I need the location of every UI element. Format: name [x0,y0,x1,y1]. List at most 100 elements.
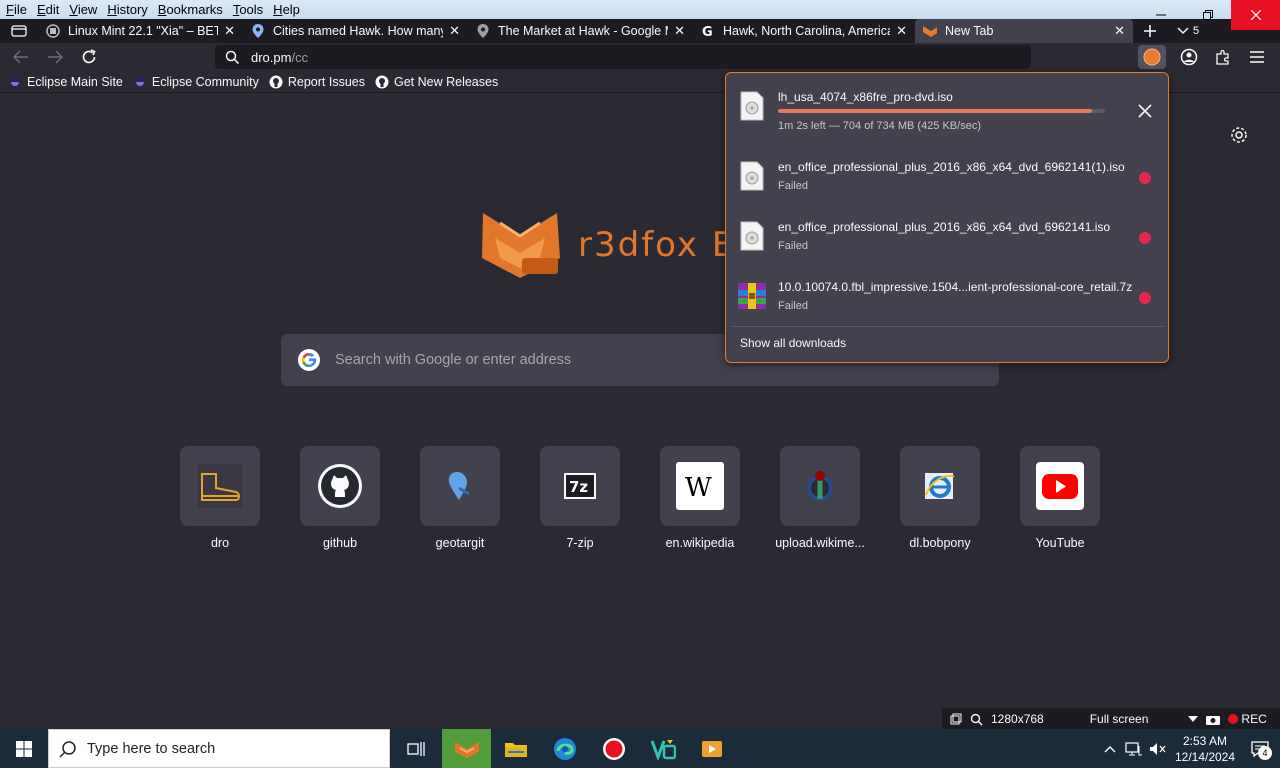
windows-icon [16,740,32,757]
plus-icon [1144,25,1156,37]
tab-close-button[interactable]: ✕ [896,23,907,39]
shortcut-github[interactable]: github [280,446,400,550]
taskbar-app-media[interactable] [687,729,736,768]
tab-close-button[interactable]: ✕ [224,23,235,39]
show-hidden-icons-button[interactable] [1098,729,1122,768]
app-menu-button[interactable] [1240,43,1274,71]
bookmark-eclipse-main[interactable]: Eclipse Main Site [8,75,123,89]
youtube-icon [1036,462,1084,510]
taskbar-app-r3dfox[interactable] [442,729,491,768]
retry-download-button[interactable] [1136,289,1154,307]
shortcut-tile[interactable] [900,446,980,526]
account-button[interactable] [1172,43,1206,71]
tab-overview-button[interactable] [0,19,38,43]
url-text[interactable]: dro.pm/cc [251,50,308,65]
chevron-up-icon [1104,745,1116,752]
taskbar-search-input[interactable]: Type here to search [48,729,390,768]
download-item-in-progress[interactable]: lh_usa_4074_x86fre_pro-dvd.iso 1m 2s lef… [726,81,1170,141]
tab-close-button[interactable]: ✕ [674,23,685,39]
retry-download-button[interactable] [1136,169,1154,187]
shortcut-bobpony[interactable]: dl.bobpony [880,446,1000,550]
shortcut-dro[interactable]: dro [160,446,280,550]
customize-button[interactable] [1228,124,1250,146]
shortcut-geotargit[interactable]: geotargit [400,446,520,550]
show-all-downloads-link[interactable]: Show all downloads [740,336,846,350]
zoom-button[interactable] [970,713,983,726]
menu-edit[interactable]: Edit [37,2,59,17]
svg-text:7z: 7z [569,478,588,496]
retry-download-button[interactable] [1136,229,1154,247]
network-icon [1125,741,1142,755]
reload-icon [82,49,96,64]
github-icon [269,75,283,89]
clock[interactable]: 2:53 AM 12/14/2024 [1170,733,1240,765]
arrow-left-icon [13,50,28,64]
taskbar-app-recorder[interactable] [589,729,638,768]
bookmark-get-new-releases[interactable]: Get New Releases [375,75,498,89]
download-item-failed[interactable]: en_office_professional_plus_2016_x86_x64… [726,151,1170,211]
menu-tools[interactable]: Tools [233,2,263,17]
capture-mode-select[interactable]: Full screen [1090,712,1199,726]
region-select-button[interactable] [950,713,962,725]
shortcut-7zip[interactable]: 7z 7-zip [520,446,640,550]
taskbar-app-explorer[interactable] [491,729,540,768]
download-item-failed[interactable]: en_office_professional_plus_2016_x86_x64… [726,211,1170,271]
back-button[interactable] [4,43,38,71]
bookmark-eclipse-community[interactable]: Eclipse Community [133,75,259,89]
retry-icon [1139,172,1151,184]
tab-market-hawk[interactable]: The Market at Hawk - Google M ✕ [468,19,693,43]
region-icon [950,713,962,725]
shortcut-tile[interactable] [780,446,860,526]
volume-muted-icon [1150,742,1166,755]
cancel-download-button[interactable] [1136,102,1154,120]
taskbar-app-edge[interactable] [540,729,589,768]
map-pin-icon [448,472,470,500]
shortcut-tile[interactable]: 7z [540,446,620,526]
shortcut-tile[interactable] [180,446,260,526]
tab-close-button[interactable]: ✕ [1114,23,1125,39]
extensions-button[interactable] [1206,43,1240,71]
downloads-button[interactable] [1138,45,1166,69]
shortcut-wikipedia[interactable]: W en.wikipedia [640,446,760,550]
new-tab-button[interactable] [1133,19,1167,43]
menu-view[interactable]: View [69,2,97,17]
volume-button[interactable] [1146,729,1170,768]
reload-button[interactable] [72,43,106,71]
network-button[interactable] [1122,729,1146,768]
menu-history[interactable]: History [107,2,147,17]
menu-bar: File Edit View History Bookmarks Tools H… [0,0,310,19]
tab-close-button[interactable]: ✕ [449,23,460,39]
taskbar-app-vs[interactable] [638,729,687,768]
puzzle-icon [1216,49,1229,65]
shortcut-wikimedia[interactable]: upload.wikime... [760,446,880,550]
menu-help[interactable]: Help [273,2,300,17]
map-pin-icon [476,24,490,38]
shortcut-tile[interactable] [300,446,380,526]
tab-hawk-nc[interactable]: G Hawk, North Carolina, America ✕ [693,19,915,43]
notification-badge: 4 [1258,746,1272,760]
tab-linux-mint[interactable]: Linux Mint 22.1 "Xia" – BETA Rel ✕ [38,19,243,43]
shortcut-youtube[interactable]: YouTube [1000,446,1120,550]
boot-icon [198,464,242,508]
action-center-button[interactable]: 4 [1240,729,1280,768]
record-button[interactable]: REC [1228,712,1267,726]
shortcut-tile[interactable]: W [660,446,740,526]
tab-new-tab[interactable]: New Tab ✕ [915,19,1133,43]
bookmark-report-issues[interactable]: Report Issues [269,75,365,89]
screenshot-button[interactable] [1206,714,1221,725]
start-button[interactable] [0,729,48,768]
shortcut-tile[interactable] [1020,446,1100,526]
download-item-failed[interactable]: 10.0.10074.0.fbl_impressive.1504...ient-… [726,271,1170,331]
tab-list-button[interactable]: 5 [1177,25,1199,37]
shortcut-tile[interactable] [420,446,500,526]
downloads-panel: lh_usa_4074_x86fre_pro-dvd.iso 1m 2s lef… [725,72,1169,363]
url-bar[interactable]: dro.pm/cc [215,45,1031,69]
arrow-right-icon [48,50,63,64]
forward-button[interactable] [38,43,72,71]
folder-icon [504,742,527,757]
tab-cities-hawk[interactable]: Cities named Hawk. How many ✕ [243,19,468,43]
task-view-button[interactable] [390,729,442,768]
menu-bookmarks[interactable]: Bookmarks [158,2,223,17]
retry-icon [1139,292,1151,304]
menu-file[interactable]: File [6,2,27,17]
